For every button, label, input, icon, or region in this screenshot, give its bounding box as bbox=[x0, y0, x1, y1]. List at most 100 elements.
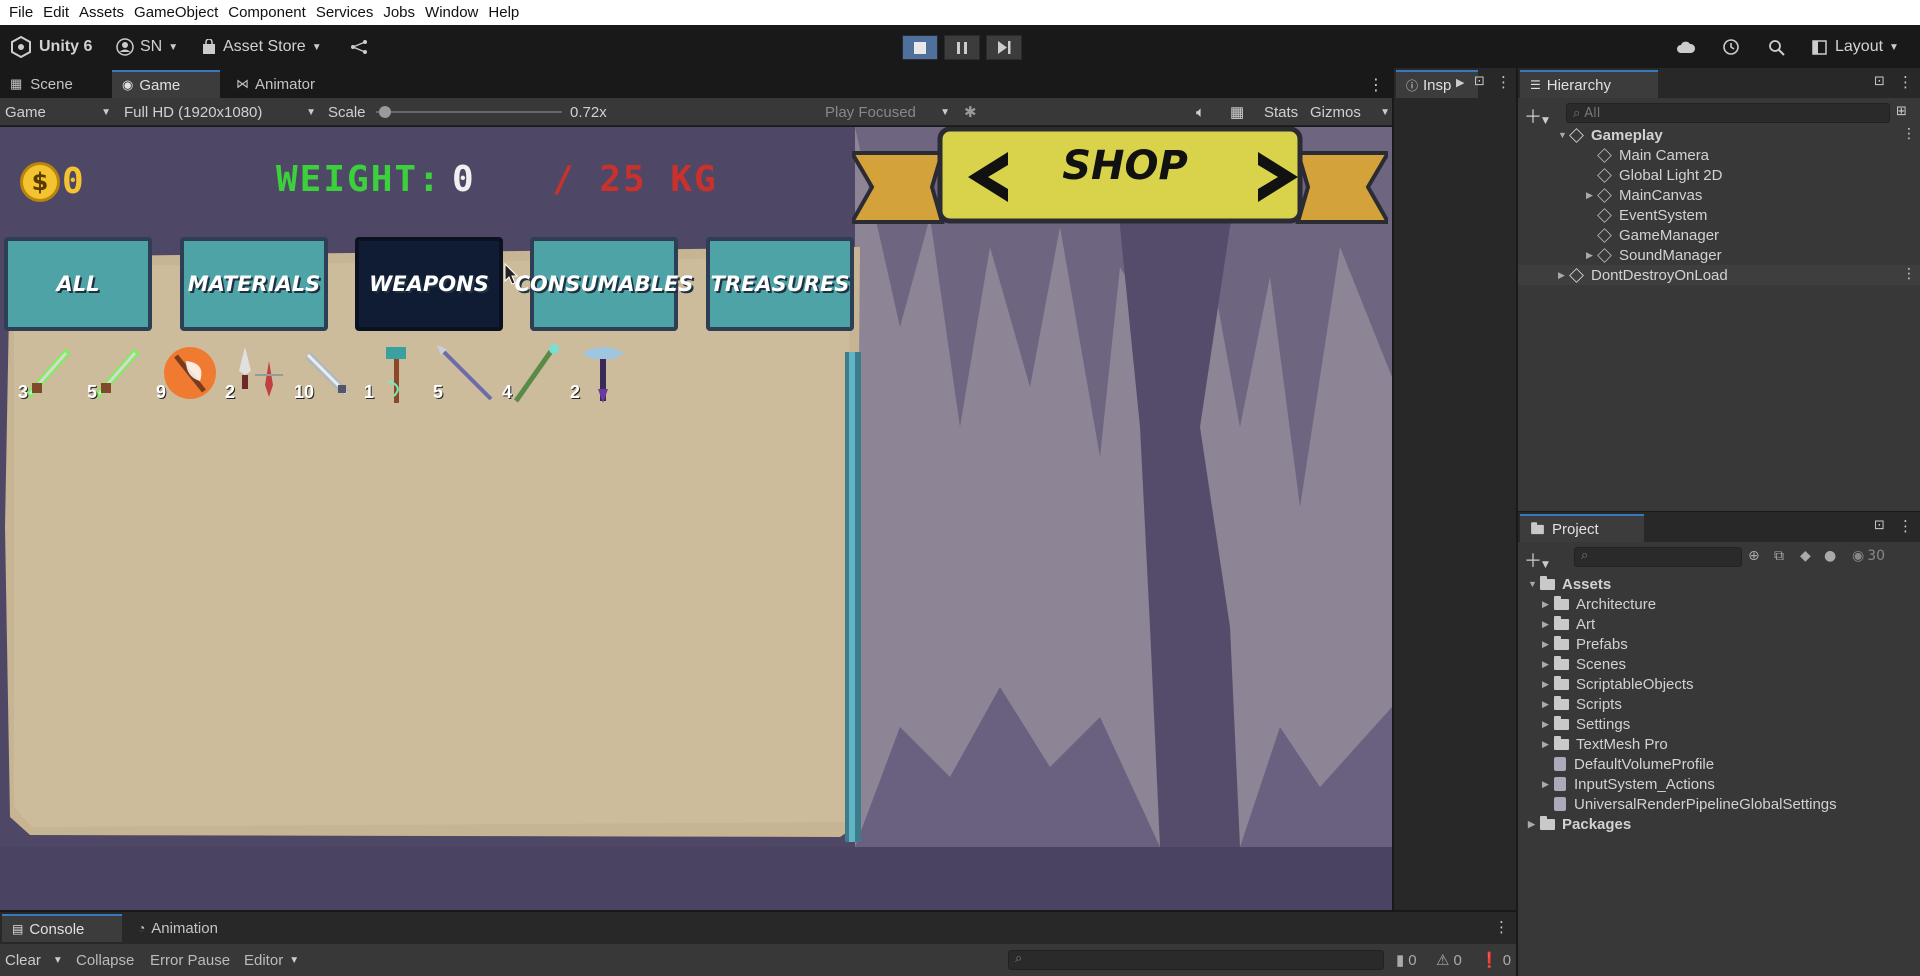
history-button[interactable] bbox=[1722, 35, 1740, 59]
console-search-input[interactable]: ⌕ bbox=[1008, 950, 1384, 970]
cloud-button[interactable] bbox=[1676, 35, 1696, 59]
unity-logo-button[interactable]: Unity 6 bbox=[10, 35, 92, 59]
menu-edit[interactable]: Edit bbox=[38, 4, 74, 21]
menu-help[interactable]: Help bbox=[483, 4, 524, 21]
project-row[interactable]: ▶ Scenes bbox=[1542, 654, 1626, 674]
account-dropdown[interactable]: SN ▼ bbox=[116, 35, 178, 59]
scale-slider[interactable] bbox=[376, 106, 562, 118]
clear-button[interactable]: Clear ▼ bbox=[5, 948, 63, 972]
version-control-button[interactable] bbox=[350, 35, 368, 59]
grid-icon[interactable]: ▦ bbox=[1230, 102, 1244, 122]
inventory-slot[interactable]: 9 bbox=[156, 341, 220, 405]
inventory-slot[interactable]: 1 bbox=[364, 341, 428, 405]
resolution-dropdown[interactable]: Full HD (1920x1080) ▼ bbox=[124, 102, 316, 122]
menu-component[interactable]: Component bbox=[223, 4, 311, 21]
display-dropdown[interactable]: Game ▼ bbox=[5, 102, 111, 122]
hierarchy-row-main-camera[interactable]: Main Camera bbox=[1586, 145, 1709, 165]
play-button[interactable] bbox=[902, 35, 938, 60]
error-filter-toggle[interactable]: ❗ 0 bbox=[1480, 948, 1511, 972]
menu-services[interactable]: Services bbox=[311, 4, 379, 21]
tab-hierarchy[interactable]: ☰ Hierarchy bbox=[1520, 70, 1658, 98]
hierarchy-row-gamemanager[interactable]: GameManager bbox=[1586, 225, 1719, 245]
project-row[interactable]: ▶ Architecture bbox=[1542, 594, 1656, 614]
menu-window[interactable]: Window bbox=[420, 4, 483, 21]
search-by-type-icon[interactable]: ⊕ bbox=[1748, 548, 1760, 564]
project-row[interactable]: ▶ Settings bbox=[1542, 714, 1630, 734]
log-filter-toggle[interactable]: ▮ 0 bbox=[1396, 948, 1417, 972]
project-row[interactable]: ▶ ScriptableObjects bbox=[1542, 674, 1694, 694]
project-row[interactable]: ▶ Packages bbox=[1528, 814, 1631, 834]
asset-store-dropdown[interactable]: Asset Store ▼ bbox=[202, 35, 322, 59]
lock-icon[interactable]: ⊡ bbox=[1474, 74, 1485, 89]
project-row[interactable]: ▶ Art bbox=[1542, 614, 1595, 634]
add-button[interactable]: ＋▼ bbox=[1524, 547, 1549, 573]
more-options-icon[interactable]: ⋮ bbox=[1902, 126, 1916, 142]
collapse-button[interactable]: Collapse bbox=[76, 948, 134, 972]
editor-dropdown[interactable]: Editor ▼ bbox=[244, 948, 299, 972]
more-options-icon[interactable]: ⋮ bbox=[1898, 73, 1913, 91]
hierarchy-row-maincanvas[interactable]: ▶ MainCanvas bbox=[1586, 185, 1702, 205]
project-row[interactable]: ▶ Scripts bbox=[1542, 694, 1622, 714]
project-row[interactable]: ▶ InputSystem_Actions bbox=[1542, 774, 1715, 794]
audio-icon[interactable]: 🔈︎ bbox=[1196, 102, 1205, 122]
more-options-icon[interactable]: ⋮ bbox=[1902, 266, 1916, 282]
chevron-right-icon[interactable]: ▶ bbox=[1456, 76, 1464, 89]
error-pause-button[interactable]: Error Pause bbox=[150, 948, 230, 972]
pause-button[interactable] bbox=[944, 35, 980, 60]
add-button[interactable]: ＋▼ bbox=[1524, 103, 1549, 129]
hierarchy-row-soundmanager[interactable]: ▶ SoundManager bbox=[1586, 245, 1722, 265]
warning-filter-toggle[interactable]: ⚠ 0 bbox=[1436, 948, 1462, 972]
scale-slider-thumb[interactable] bbox=[379, 106, 392, 118]
hidden-packages-toggle[interactable]: ◉ 30 bbox=[1852, 548, 1885, 564]
more-options-icon[interactable]: ⋮ bbox=[1368, 75, 1384, 94]
more-options-icon[interactable]: ⋮ bbox=[1496, 73, 1511, 91]
project-row[interactable]: ▶ Prefabs bbox=[1542, 634, 1628, 654]
hierarchy-row-eventsystem[interactable]: EventSystem bbox=[1586, 205, 1707, 225]
gizmos-dropdown[interactable]: Gizmos ▼ bbox=[1310, 102, 1390, 122]
tab-animator[interactable]: ⋈ Animator bbox=[226, 70, 325, 98]
category-treasures-button[interactable]: TREASURES bbox=[706, 237, 854, 331]
category-weapons-button[interactable]: WEAPONS bbox=[355, 237, 503, 331]
project-row[interactable]: ▶ TextMesh Pro bbox=[1542, 734, 1668, 754]
menu-assets[interactable]: Assets bbox=[74, 4, 129, 21]
inventory-slot[interactable]: 10 bbox=[294, 341, 358, 405]
more-options-icon[interactable]: ⋮ bbox=[1494, 918, 1509, 936]
alert-icon[interactable]: ● bbox=[1824, 548, 1836, 564]
inventory-slot[interactable]: 5 bbox=[433, 341, 497, 405]
project-search-input[interactable]: ⌕ bbox=[1574, 547, 1742, 567]
inventory-slot[interactable]: 5 bbox=[87, 341, 151, 405]
search-button[interactable] bbox=[1768, 35, 1785, 59]
hierarchy-search-input[interactable]: ⌕ All bbox=[1566, 103, 1890, 123]
game-view[interactable]: $ 0 WEIGHT: 0 / 25 KG SHOP ALL MATERIALS… bbox=[0, 127, 1392, 910]
tag-icon[interactable]: ◆ bbox=[1800, 548, 1811, 564]
lock-icon[interactable]: ⊡ bbox=[1874, 74, 1885, 89]
hierarchy-row-global-light[interactable]: Global Light 2D bbox=[1586, 165, 1722, 185]
hierarchy-row-dontdestroyonload[interactable]: ▶ DontDestroyOnLoad bbox=[1558, 265, 1728, 285]
menu-file[interactable]: File bbox=[4, 4, 38, 21]
step-button[interactable] bbox=[986, 35, 1022, 60]
hierarchy-row-gameplay[interactable]: ▼ Gameplay bbox=[1558, 125, 1663, 145]
bug-icon[interactable]: ✱ bbox=[964, 102, 977, 122]
tab-scene[interactable]: ▦ Scene bbox=[0, 70, 83, 98]
tab-inspector[interactable]: ⓘ Insp bbox=[1396, 70, 1478, 98]
inventory-slot[interactable]: 4 bbox=[502, 341, 566, 405]
tab-animation[interactable]: ◔ Animation bbox=[128, 914, 228, 942]
menu-gameobject[interactable]: GameObject bbox=[129, 4, 223, 21]
project-row[interactable]: UniversalRenderPipelineGlobalSettings bbox=[1542, 794, 1837, 814]
category-all-button[interactable]: ALL bbox=[4, 237, 152, 331]
scene-visibility-icon[interactable]: ⊞ bbox=[1896, 104, 1907, 119]
tab-console[interactable]: ▤ Console bbox=[2, 914, 122, 942]
stats-button[interactable]: Stats bbox=[1264, 102, 1298, 122]
shop-prev-button[interactable] bbox=[958, 147, 1028, 207]
tab-project[interactable]: Project bbox=[1520, 514, 1644, 542]
shop-next-button[interactable] bbox=[1238, 147, 1308, 207]
inventory-slot[interactable]: 2 bbox=[225, 341, 289, 405]
category-consumables-button[interactable]: CONSUMABLES bbox=[514, 237, 694, 331]
inventory-slot[interactable]: 3 bbox=[18, 341, 82, 405]
more-options-icon[interactable]: ⋮ bbox=[1898, 517, 1913, 535]
play-mode-dropdown[interactable]: Play Focused ▼ bbox=[825, 102, 950, 122]
category-materials-button[interactable]: MATERIALS bbox=[180, 237, 328, 331]
project-row[interactable]: ▼ Assets bbox=[1528, 574, 1611, 594]
lock-icon[interactable]: ⊡ bbox=[1874, 518, 1885, 533]
tab-game[interactable]: ◉ Game bbox=[112, 70, 220, 98]
